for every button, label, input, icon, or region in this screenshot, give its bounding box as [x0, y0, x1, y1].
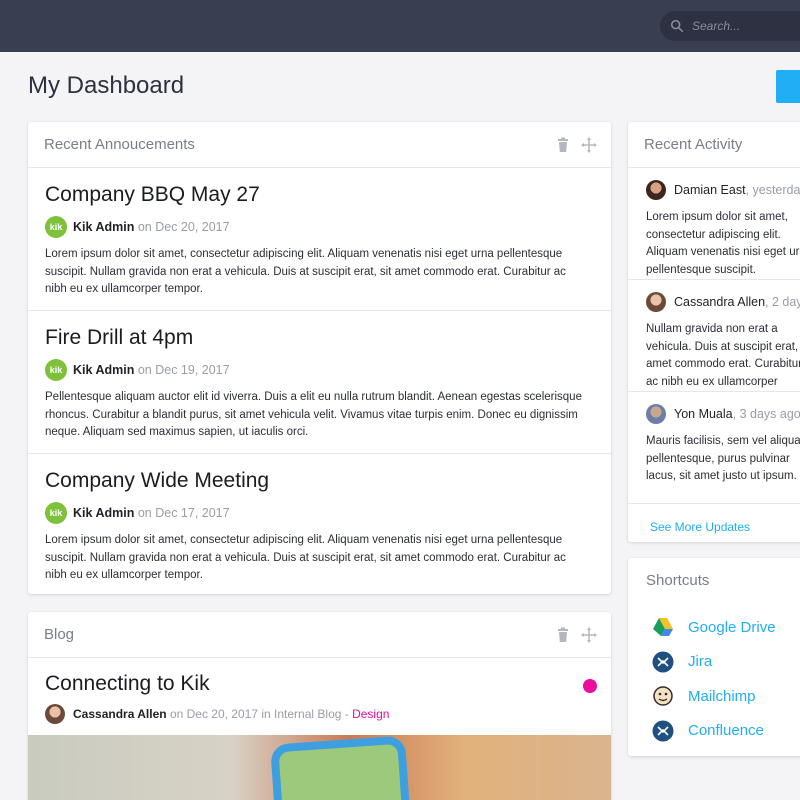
announcement-body: Pellentesque aliquam auctor elit id vive…	[45, 391, 582, 438]
shortcut-link[interactable]: Google Drive	[688, 619, 776, 636]
announcement-title[interactable]: Fire Drill at 4pm	[45, 325, 595, 351]
announcement-body: Lorem ipsum dolor sit amet, consectetur …	[45, 534, 566, 581]
shortcut-item[interactable]: Confluence	[652, 714, 800, 749]
mailchimp-icon	[652, 685, 674, 707]
card-header: Blog	[28, 612, 611, 658]
search-box[interactable]	[660, 11, 800, 41]
activity-body: Mauris facilisis, sem vel aliquam pellen…	[646, 435, 800, 482]
move-icon[interactable]	[581, 137, 597, 153]
post-date: on Dec 20, 2017	[169, 707, 259, 721]
post-date: on Dec 17, 2017	[137, 506, 230, 520]
author-name: Kik Admin	[73, 363, 135, 377]
avatar	[45, 704, 65, 724]
shortcut-list: Google Drive Jira Mailchimp Confluence	[628, 602, 800, 748]
trash-icon[interactable]	[555, 137, 571, 153]
announcement-title[interactable]: Company BBQ May 27	[45, 182, 595, 208]
shortcut-link[interactable]: Jira	[688, 653, 712, 670]
announcement-meta: kik Kik Admin on Dec 19, 2017	[45, 359, 595, 381]
primary-action-button[interactable]	[776, 70, 800, 103]
avatar	[646, 180, 666, 200]
card-title: Recent Activity	[644, 136, 743, 153]
page-title: My Dashboard	[28, 72, 185, 99]
activity-user[interactable]: Cassandra Allen	[674, 295, 765, 309]
blog-location: in Internal Blog -	[261, 707, 349, 721]
activity-user[interactable]: Yon Muala	[674, 407, 733, 421]
jira-icon	[652, 651, 674, 673]
shortcut-item[interactable]: Jira	[652, 645, 800, 680]
blog-card: Blog Connecting to Kik Cassandra Allen o…	[28, 612, 611, 800]
avatar	[646, 404, 666, 424]
activity-user[interactable]: Damian East	[674, 183, 746, 197]
author-name: Kik Admin	[73, 220, 135, 234]
author-name: Kik Admin	[73, 506, 135, 520]
kik-logo: kik	[45, 502, 67, 524]
activity-time: , yesterday,	[745, 183, 800, 197]
kik-logo: kik	[45, 359, 67, 381]
trash-icon[interactable]	[555, 627, 571, 643]
activity-body: Lorem ipsum dolor sit amet, consectetur …	[646, 211, 800, 276]
announcement-item[interactable]: Company BBQ May 27 kik Kik Admin on Dec …	[28, 168, 611, 311]
blog-post-meta: Cassandra Allen on Dec 20, 2017 in Inter…	[45, 704, 611, 724]
shortcut-item[interactable]: Google Drive	[652, 610, 800, 645]
announcement-item[interactable]: Company Wide Meeting kik Kik Admin on De…	[28, 454, 611, 594]
activity-card: Recent Activity Damian East, yesterday, …	[628, 122, 800, 542]
activity-time: , 3 days ago,	[732, 407, 800, 421]
announcement-meta: kik Kik Admin on Dec 20, 2017	[45, 216, 595, 238]
activity-item: Damian East, yesterday, Lorem ipsum dolo…	[628, 168, 800, 280]
google-drive-icon	[652, 616, 674, 638]
confluence-icon	[652, 720, 674, 742]
shortcut-link[interactable]: Confluence	[688, 722, 764, 739]
avatar	[646, 292, 666, 312]
activity-item: Yon Muala, 3 days ago, Mauris facilisis,…	[628, 392, 800, 504]
search-input[interactable]	[692, 19, 800, 33]
blog-post-title[interactable]: Connecting to Kik	[45, 672, 611, 696]
shortcut-item[interactable]: Mailchimp	[652, 679, 800, 714]
shortcuts-card: Shortcuts Google Drive Jira Mailchimp Co…	[628, 558, 800, 756]
shortcut-link[interactable]: Mailchimp	[688, 688, 756, 705]
post-date: on Dec 19, 2017	[137, 363, 230, 377]
phone-illustration	[270, 735, 411, 800]
card-title: Blog	[44, 626, 75, 643]
search-icon	[670, 19, 684, 33]
activity-time: , 2 days	[765, 295, 800, 309]
kik-logo: kik	[45, 216, 67, 238]
announcement-meta: kik Kik Admin on Dec 17, 2017	[45, 502, 595, 524]
card-title: Recent Annoucements	[44, 136, 195, 153]
top-bar	[0, 0, 800, 52]
category-tag[interactable]: Design	[352, 707, 389, 721]
post-date: on Dec 20, 2017	[137, 220, 230, 234]
card-title: Shortcuts	[646, 572, 710, 589]
announcement-body: Lorem ipsum dolor sit amet, consectetur …	[45, 248, 566, 295]
move-icon[interactable]	[581, 627, 597, 643]
announcements-card: Recent Annoucements Company BBQ May 27 k…	[28, 122, 611, 594]
card-header: Recent Annoucements	[28, 122, 611, 168]
activity-body: Nullam gravida non erat a vehicula. Duis…	[646, 323, 800, 388]
activity-item: Cassandra Allen, 2 days Nullam gravida n…	[628, 280, 800, 392]
card-header: Recent Activity	[628, 122, 800, 168]
see-more-updates-link[interactable]: See More Updates	[650, 520, 800, 534]
author-name[interactable]: Cassandra Allen	[73, 707, 167, 721]
announcement-item[interactable]: Fire Drill at 4pm kik Kik Admin on Dec 1…	[28, 311, 611, 454]
announcement-title[interactable]: Company Wide Meeting	[45, 468, 595, 494]
category-dot	[583, 679, 597, 693]
